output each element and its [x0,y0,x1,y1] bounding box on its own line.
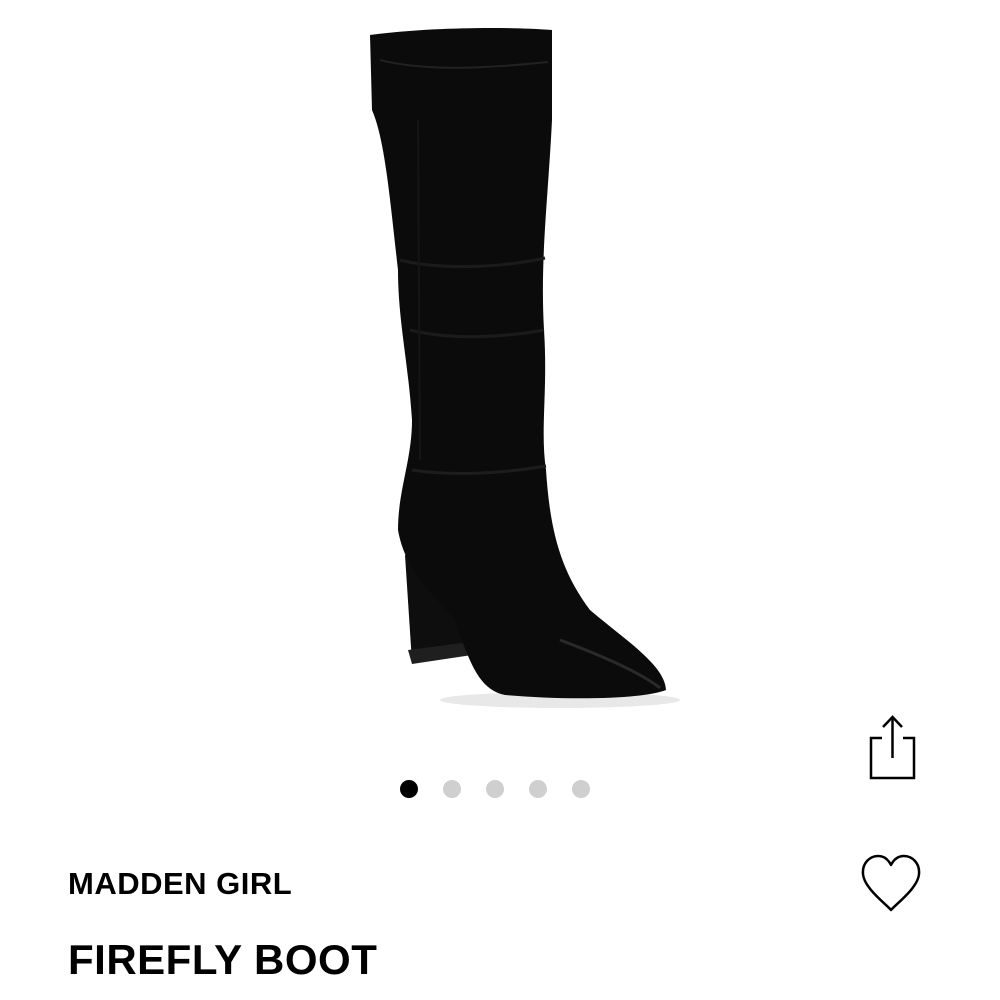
product-image[interactable] [300,10,720,730]
share-icon [869,715,916,780]
product-name: FIREFLY BOOT [68,936,378,983]
carousel-dot[interactable] [572,780,590,798]
carousel-dots [400,779,590,799]
favorite-button[interactable] [858,852,924,916]
carousel-dot[interactable] [529,780,547,798]
carousel-dot[interactable] [400,780,418,798]
share-button[interactable] [862,712,922,784]
brand-name[interactable]: MADDEN GIRL [68,866,292,902]
heart-icon [861,854,921,912]
boot-illustration [370,27,680,708]
carousel-dot[interactable] [443,780,461,798]
carousel-dot[interactable] [486,780,504,798]
